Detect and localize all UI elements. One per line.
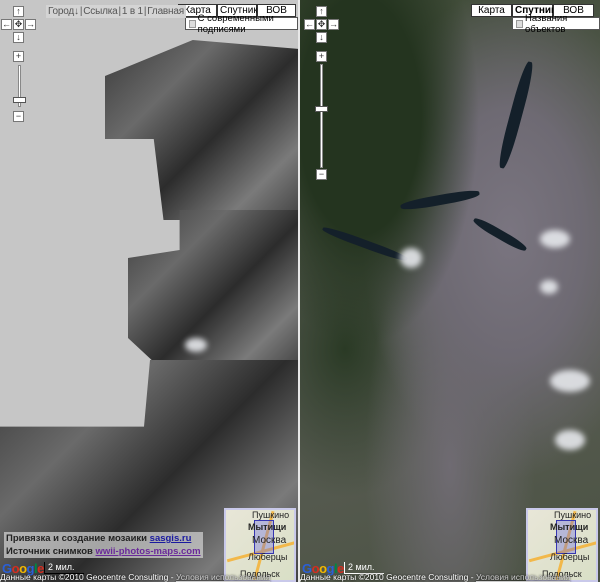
pan-left-button[interactable]: ← <box>1 19 12 30</box>
zoom-out-button[interactable]: − <box>13 111 24 122</box>
pan-up-button[interactable]: ↑ <box>13 6 24 17</box>
map-type-map[interactable]: Карта <box>471 4 512 17</box>
terms-link[interactable]: Условия использования <box>176 572 270 582</box>
copyright: Данные карты ©2010 Geocentre Consulting … <box>300 572 571 582</box>
credits-source-text: Источник снимков <box>6 546 93 557</box>
credits-mosaic-text: Привязка и создание мозаики <box>6 533 148 544</box>
wwii-map-pane[interactable]: ↑ ← ✥ → ↓ + − Город↓|Ссылка|1 в 1|Главна… <box>0 0 298 582</box>
pan-up-button[interactable]: ↑ <box>316 6 327 17</box>
pan-down-button[interactable]: ↓ <box>13 32 24 43</box>
pan-left-button[interactable]: ← <box>304 19 315 30</box>
overview-label: Москва <box>252 535 287 546</box>
link-home[interactable]: Главная <box>147 6 184 17</box>
overview-map[interactable]: Пушкино Мытищи Москва Люберцы Подольск <box>526 508 598 582</box>
zoom-slider-track[interactable] <box>320 64 323 168</box>
mosaic-credits: Привязка и создание мозаики sasgis.ru Ис… <box>4 532 203 558</box>
overview-label: Мытищи <box>248 522 287 532</box>
copyright: Данные карты ©2010 Geocentre Consulting … <box>0 572 271 582</box>
modern-labels-checkbox[interactable] <box>189 19 196 28</box>
overview-label: Люберцы <box>248 552 288 562</box>
pan-right-button[interactable]: → <box>328 19 339 30</box>
modern-labels-option[interactable]: С современными подписями <box>185 13 298 35</box>
object-names-label: Названия объектов <box>524 12 568 35</box>
overview-label: Люберцы <box>550 552 590 562</box>
terms-link[interactable]: Условия использования <box>476 572 570 582</box>
overview-label: Пушкино <box>252 510 290 520</box>
overview-label: Москва <box>554 535 589 546</box>
zoom-slider-thumb[interactable] <box>13 97 26 103</box>
wwii-photos-link[interactable]: wwii-photos-maps.com <box>96 546 201 557</box>
modern-labels-label: С современными подписями <box>197 12 274 35</box>
overview-map[interactable]: Пушкино Мытищи Москва Люберцы Подольск <box>224 508 296 582</box>
object-names-checkbox[interactable] <box>516 19 523 28</box>
zoom-in-button[interactable]: + <box>13 51 24 62</box>
aerial-photo-mosaic <box>105 40 298 220</box>
link-1to1[interactable]: 1 в 1 <box>122 6 143 17</box>
overview-label: Мытищи <box>550 522 589 532</box>
link-city[interactable]: Город↓ <box>48 6 79 17</box>
sasgis-link[interactable]: sasgis.ru <box>150 533 192 544</box>
pan-right-button[interactable]: → <box>25 19 36 30</box>
pan-center-button[interactable]: ✥ <box>316 19 327 30</box>
satellite-map-pane[interactable]: ↑ ← ✥ → ↓ + − Карта Спутник ВОВ Названия… <box>300 0 600 582</box>
object-names-option[interactable]: Названия объектов <box>512 13 600 35</box>
overview-label: Пушкино <box>554 510 592 520</box>
aerial-photo-mosaic <box>128 210 298 370</box>
pan-center-button[interactable]: ✥ <box>13 19 24 30</box>
zoom-slider-thumb[interactable] <box>315 106 328 112</box>
zoom-out-button[interactable]: − <box>316 169 327 180</box>
pan-down-button[interactable]: ↓ <box>316 32 327 43</box>
link-permalink[interactable]: Ссылка <box>83 6 117 17</box>
top-links: Город↓|Ссылка|1 в 1|Главная <box>46 5 186 18</box>
zoom-in-button[interactable]: + <box>316 51 327 62</box>
